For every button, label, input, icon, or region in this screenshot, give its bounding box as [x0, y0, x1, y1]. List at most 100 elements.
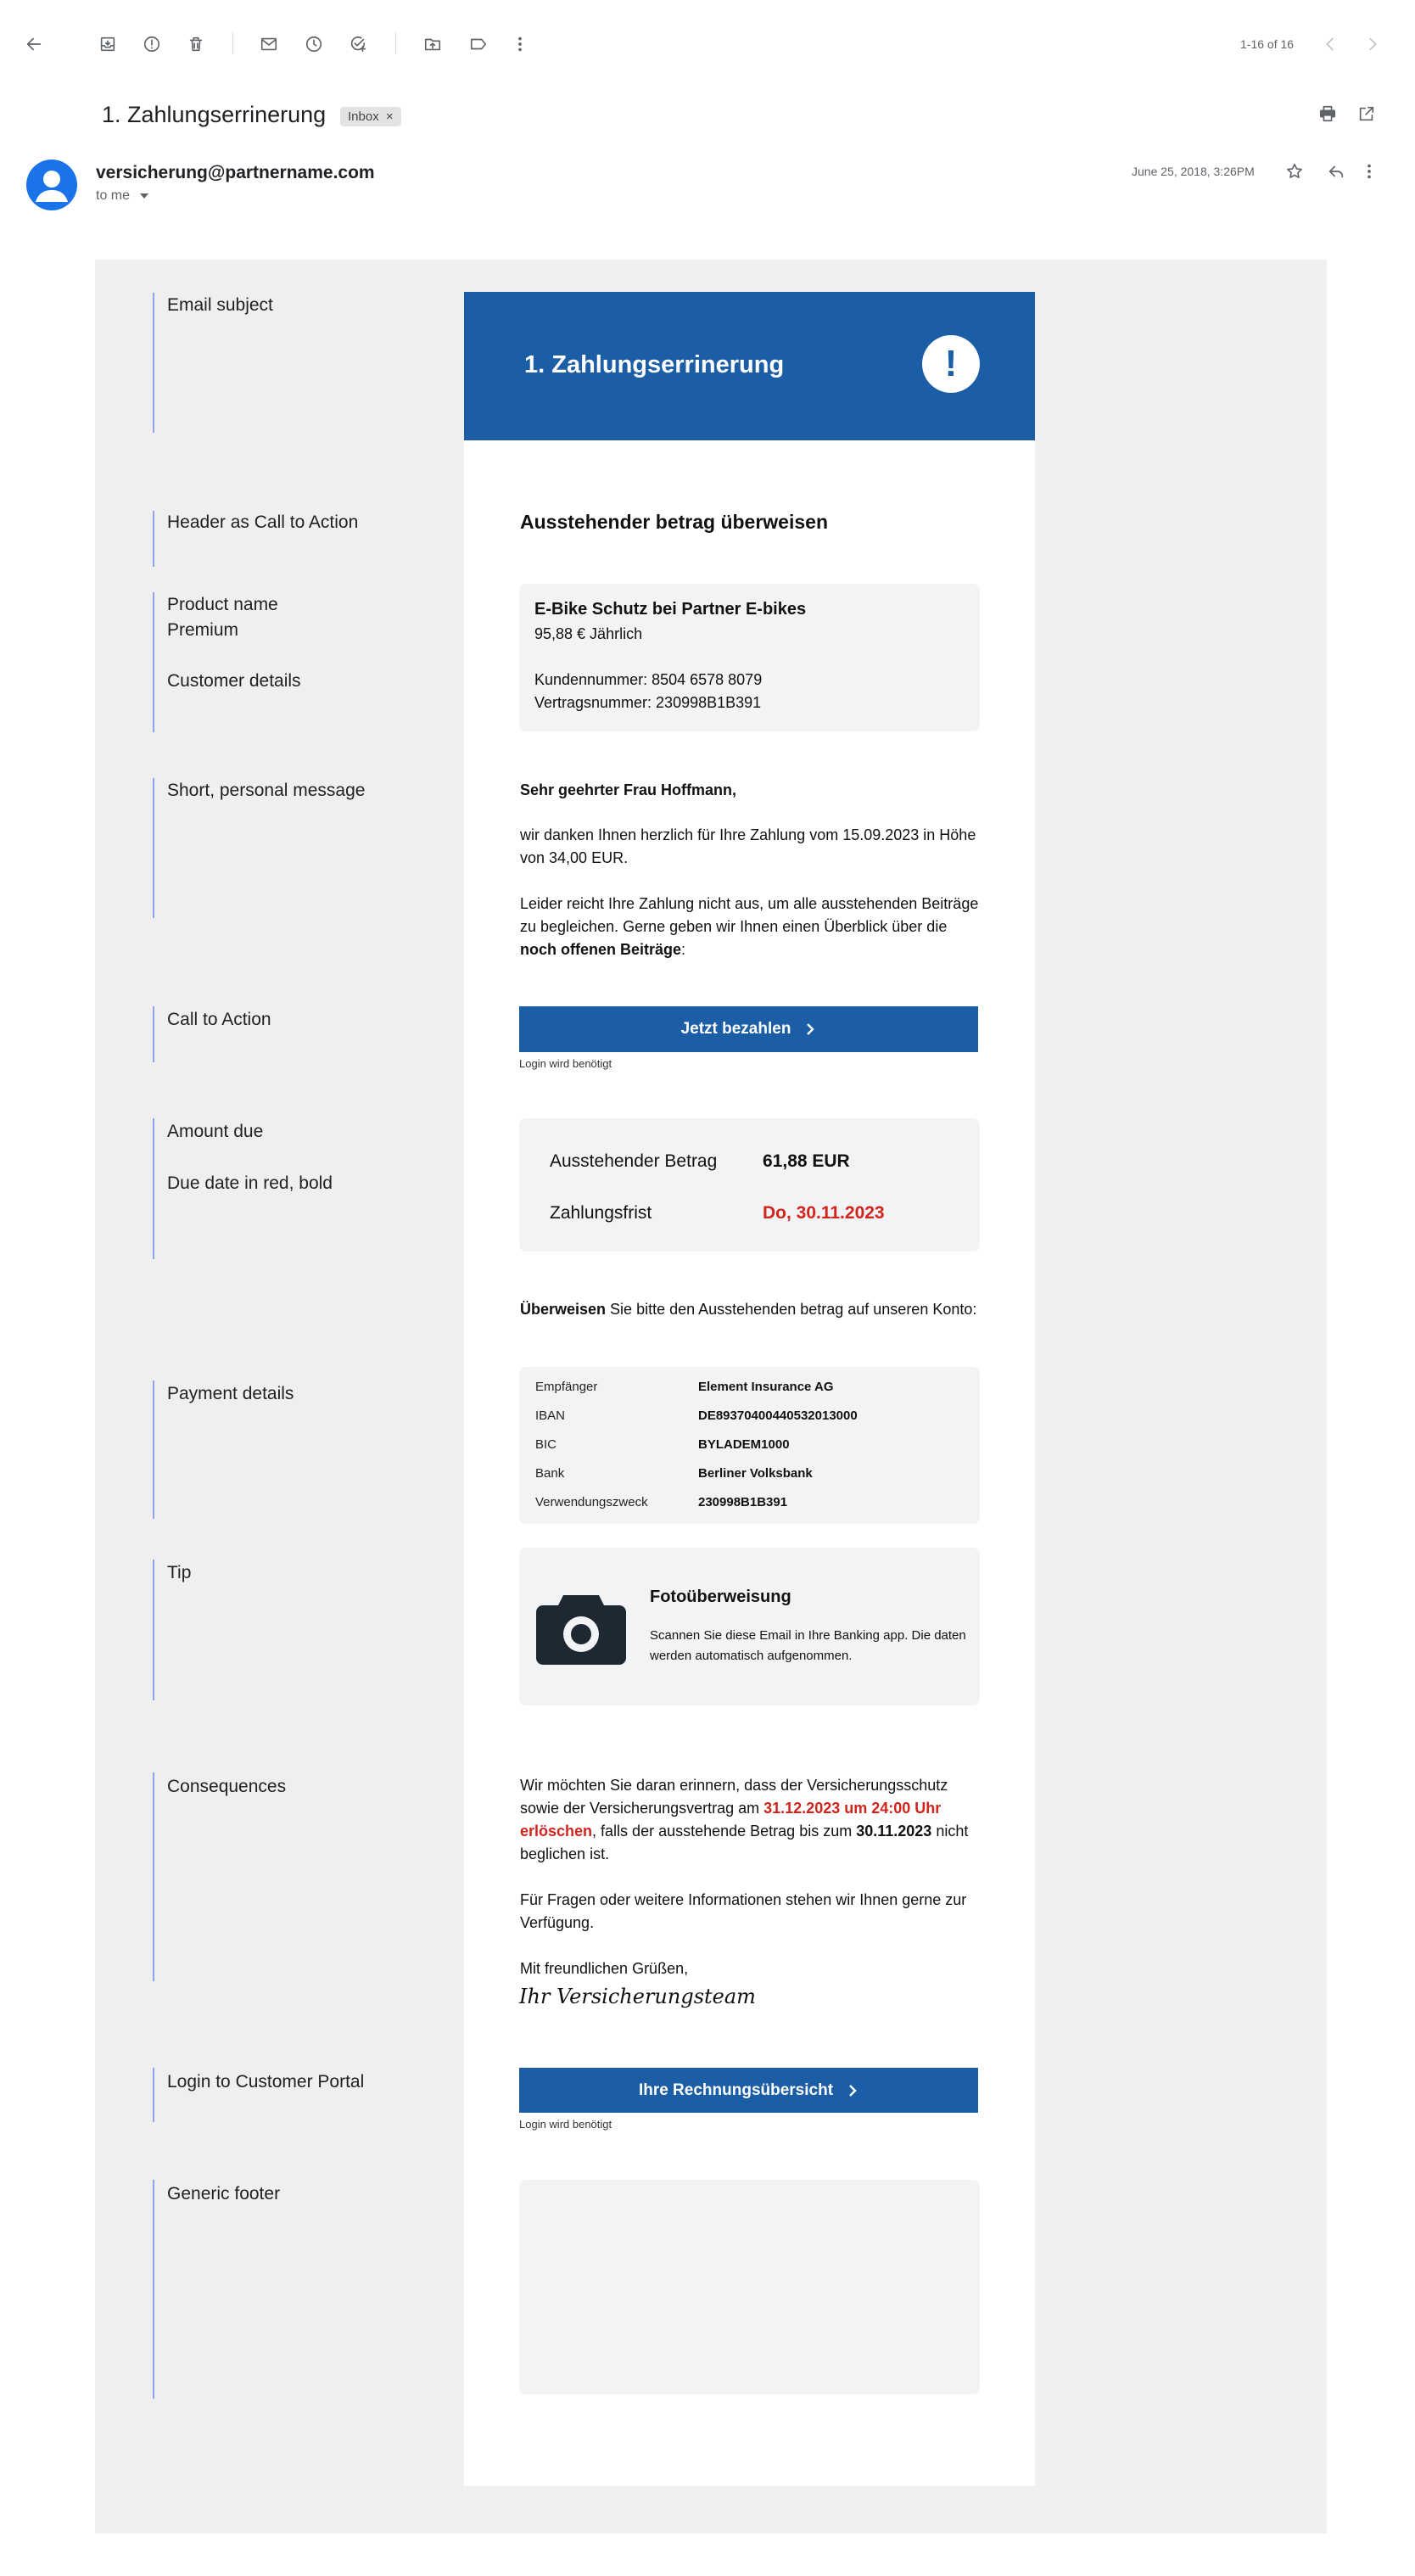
contract-number: Vertragsnummer: 230998B1B391 — [534, 694, 762, 711]
payment-value: DE89370400440532013000 — [698, 1408, 858, 1423]
print-icon[interactable] — [1317, 104, 1338, 124]
payment-label: Bank — [535, 1466, 565, 1481]
annotation-line — [153, 2180, 154, 2399]
invoice-overview-button[interactable]: Ihre Rechnungsübersicht — [519, 2068, 978, 2113]
due-date-value: Do, 30.11.2023 — [763, 1203, 885, 1223]
chevron-right-icon — [849, 2084, 857, 2097]
annotation-line — [153, 592, 154, 732]
annotation-consequences: Consequences — [167, 1777, 287, 1796]
annotation-amount-due: Amount due — [167, 1122, 264, 1141]
deadline-date: 30.11.2023 — [856, 1823, 932, 1840]
mark-unread-icon[interactable] — [259, 34, 279, 54]
annotation-customer-details: Customer details — [167, 671, 301, 691]
dropdown-caret-icon[interactable] — [140, 193, 149, 199]
amount-label: Ausstehender Betrag — [550, 1151, 718, 1171]
annotation-line — [153, 293, 154, 433]
product-premium: 95,88 € Jährlich — [534, 625, 643, 642]
transfer-bold: Überweisen — [520, 1301, 607, 1318]
payment-label: BIC — [535, 1437, 557, 1452]
annotation-tip: Tip — [167, 1563, 192, 1582]
signature: Ihr Versicherungsteam — [519, 1985, 756, 2008]
invoice-overview-label: Ihre Rechnungsübersicht — [638, 2080, 834, 2099]
amount-value: 61,88 EUR — [763, 1151, 850, 1171]
transfer-text: Sie bitte den Ausstehenden betrag auf un… — [606, 1301, 977, 1318]
avatar — [26, 160, 77, 210]
message-date: June 25, 2018, 3:26PM — [1132, 165, 1255, 178]
add-task-icon[interactable] — [348, 34, 368, 54]
recipient-text: to me — [96, 188, 131, 203]
back-arrow-icon[interactable] — [24, 34, 44, 54]
overview-bold: noch offenen Beiträge — [520, 941, 682, 958]
annotation-payment-details: Payment details — [167, 1384, 294, 1403]
pagination-count: 1-16 of 16 — [1240, 37, 1295, 51]
annotation-generic-footer: Generic footer — [167, 2184, 281, 2204]
next-chevron-icon[interactable] — [1362, 34, 1383, 54]
questions-paragraph: Für Fragen oder weitere Informationen st… — [520, 1891, 967, 1931]
open-new-window-icon[interactable] — [1356, 104, 1377, 124]
pay-now-button[interactable]: Jetzt bezahlen — [519, 1006, 978, 1052]
overview-text: Leider reicht Ihre Zahlung nicht aus, um… — [520, 895, 979, 935]
annotation-line — [153, 511, 154, 567]
alert-icon: ! — [922, 335, 980, 393]
portal-login-note: Login wird benötigt — [519, 2118, 612, 2131]
tip-text: Scannen Sie diese Email in Ihre Banking … — [650, 1628, 966, 1663]
payment-label: Empfänger — [535, 1380, 598, 1394]
annotation-premium: Premium — [167, 620, 239, 640]
move-to-icon[interactable] — [422, 34, 443, 54]
email-subject: 1. Zahlungserrinerung — [102, 102, 327, 127]
annotation-line — [153, 778, 154, 918]
annotation-header-cta: Header as Call to Action — [167, 512, 359, 532]
report-spam-icon[interactable] — [142, 34, 162, 54]
remove-label-icon[interactable]: × — [386, 109, 394, 124]
annotation-product-name: Product name — [167, 595, 278, 614]
product-name: E-Bike Schutz bei Partner E-bikes — [534, 600, 807, 619]
closing: Mit freundlichen Grüßen, — [520, 1960, 689, 1977]
inbox-label-text: Inbox — [348, 109, 379, 124]
thanks-paragraph: wir danken Ihnen herzlich für Ihre Zahlu… — [520, 826, 976, 866]
archive-icon[interactable] — [98, 34, 118, 54]
annotation-line — [153, 1118, 154, 1259]
login-note: Login wird benötigt — [519, 1057, 612, 1070]
annotation-line — [153, 2068, 154, 2122]
generic-footer-placeholder — [519, 2180, 980, 2394]
payment-value: 230998B1B391 — [698, 1495, 788, 1509]
email-header-title: 1. Zahlungserrinerung — [524, 351, 785, 378]
delete-icon[interactable] — [186, 34, 206, 54]
annotation-line — [153, 1560, 154, 1700]
annotation-login-portal: Login to Customer Portal — [167, 2072, 365, 2092]
reply-icon[interactable] — [1326, 161, 1346, 182]
email-headline: Ausstehender betrag überweisen — [520, 511, 828, 533]
inbox-label-chip[interactable]: Inbox × — [340, 107, 401, 126]
annotation-due-date: Due date in red, bold — [167, 1173, 333, 1193]
payment-value: Berliner Volksbank — [698, 1466, 813, 1481]
annotation-line — [153, 1006, 154, 1062]
annotation-short-message: Short, personal message — [167, 781, 366, 800]
label-icon[interactable] — [468, 34, 489, 54]
prev-chevron-icon[interactable] — [1320, 34, 1340, 54]
recipient-summary[interactable]: to me — [96, 188, 149, 204]
sender-address[interactable]: versicherung@partnername.com — [96, 163, 375, 183]
annotation-line — [153, 1380, 154, 1519]
overview-end: : — [681, 941, 686, 958]
star-icon[interactable] — [1284, 161, 1305, 182]
chevron-right-icon — [807, 1023, 815, 1035]
tip-title: Fotoüberweisung — [650, 1588, 791, 1606]
message-more-icon[interactable] — [1359, 161, 1379, 182]
pay-now-label: Jetzt bezahlen — [680, 1020, 791, 1038]
consequences-paragraph: Wir möchten Sie daran erinnern, dass der… — [520, 1774, 987, 1866]
payment-label: Verwendungszweck — [535, 1495, 648, 1509]
snooze-icon[interactable] — [304, 34, 324, 54]
customer-number: Kundennummer: 8504 6578 8079 — [534, 671, 763, 688]
payment-label: IBAN — [535, 1408, 566, 1423]
more-vert-icon[interactable] — [510, 34, 530, 54]
consequences-text: , falls der ausstehende Betrag bis zum — [592, 1823, 857, 1840]
greeting: Sehr geehrter Frau Hoffmann, — [520, 781, 737, 798]
annotation-cta: Call to Action — [167, 1010, 271, 1029]
camera-icon — [534, 1587, 628, 1671]
due-label: Zahlungsfrist — [550, 1203, 652, 1223]
annotation-line — [153, 1772, 154, 1981]
amount-box — [519, 1118, 980, 1252]
payment-value: Element Insurance AG — [698, 1380, 834, 1394]
overview-paragraph: Leider reicht Ihre Zahlung nicht aus, um… — [520, 893, 982, 961]
annotation-email-subject: Email subject — [167, 295, 273, 315]
